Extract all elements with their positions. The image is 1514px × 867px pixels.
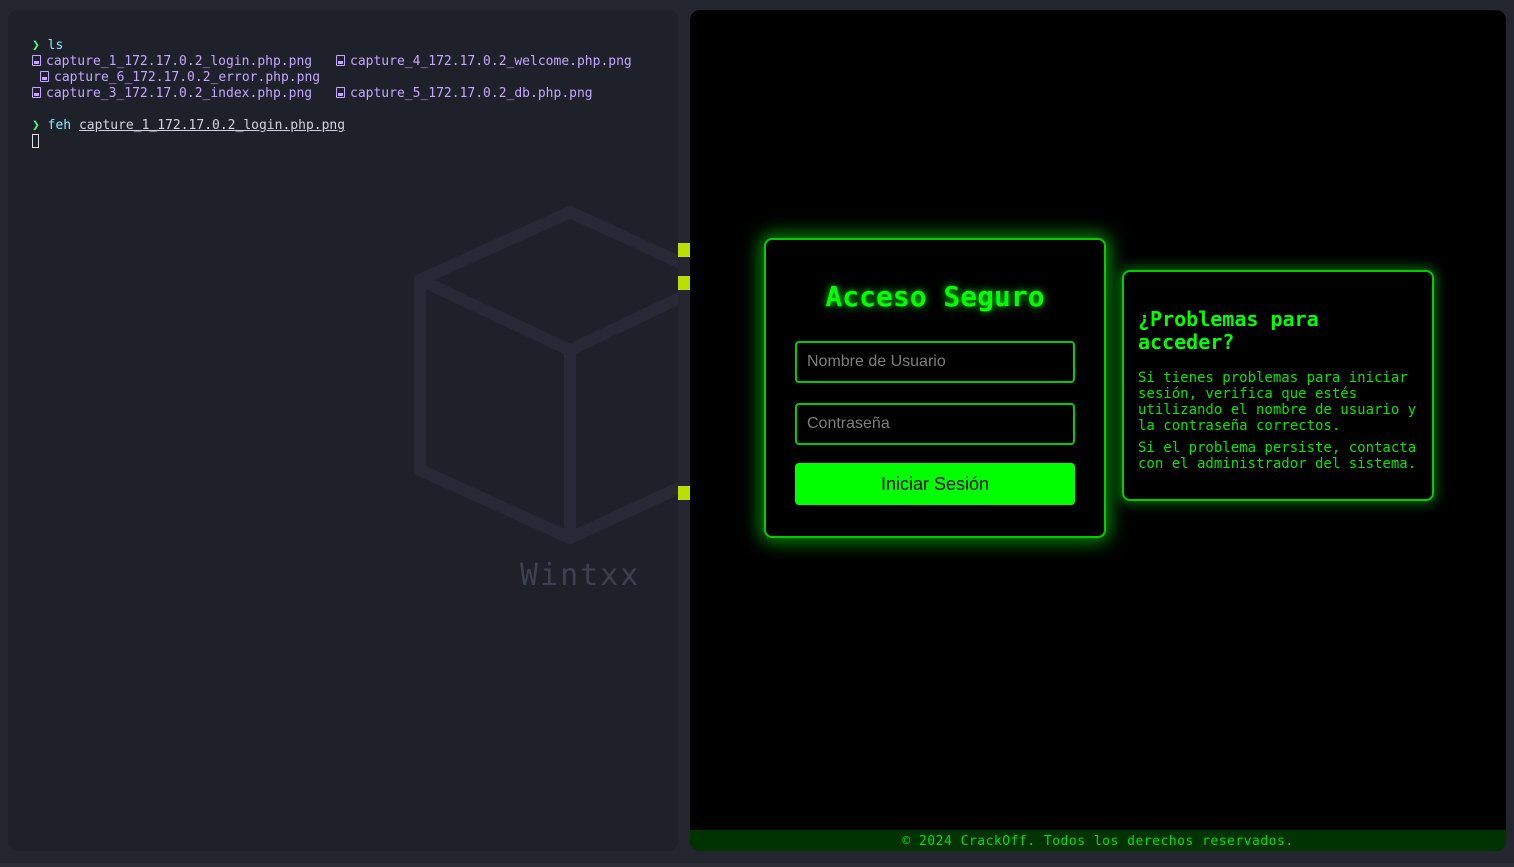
file-list-row: capture_6_172.17.0.2_error.php.png	[32, 70, 345, 86]
wallpaper-watermark: Wintxx	[520, 558, 641, 593]
help-title: ¿Problemas para acceder?	[1138, 307, 1319, 354]
command-argument: capture_1_172.17.0.2_login.php.png	[78, 118, 346, 133]
prompt-symbol: ❯	[32, 38, 40, 53]
help-paragraph: Si el problema persiste, contacta con el…	[1138, 440, 1417, 472]
login-button[interactable]: Iniciar Sesión	[795, 463, 1075, 505]
help-paragraph: Si tienes problemas para iniciar sesión,…	[1138, 370, 1417, 434]
wallpaper-accent	[678, 486, 690, 500]
file-name[interactable]: capture_5_172.17.0.2_db.php.png	[350, 86, 593, 101]
terminal-window[interactable]: Wintxx ❯ ls capture_1_172.17.0.2_login.p…	[8, 10, 678, 851]
wallpaper-accent	[678, 243, 690, 257]
help-card: ¿Problemas para acceder? Si tienes probl…	[1122, 270, 1434, 501]
input-line[interactable]	[32, 134, 345, 150]
prompt-symbol: ❯	[32, 118, 40, 133]
image-file-icon	[32, 55, 41, 66]
image-file-icon	[40, 71, 49, 82]
command-line: ❯ feh capture_1_172.17.0.2_login.php.png	[32, 118, 345, 134]
username-input[interactable]	[795, 341, 1075, 383]
password-input[interactable]	[795, 403, 1075, 445]
image-file-icon	[32, 87, 41, 98]
file-list-row: capture_1_172.17.0.2_login.php.png captur…	[32, 54, 632, 70]
file-name[interactable]: capture_1_172.17.0.2_login.php.png	[46, 54, 312, 69]
command-text: feh	[47, 118, 72, 133]
image-file-icon	[336, 55, 345, 66]
image-viewer-window[interactable]: Acceso Seguro Iniciar Sesión ¿Problemas …	[690, 10, 1506, 851]
file-name[interactable]: capture_6_172.17.0.2_error.php.png	[54, 70, 320, 85]
command-text: ls	[47, 38, 64, 53]
wallpaper-accent	[678, 276, 690, 290]
cube-logo-icon	[414, 205, 678, 545]
text-cursor	[32, 134, 39, 148]
file-name[interactable]: capture_4_172.17.0.2_welcome.php.png	[350, 54, 632, 69]
login-title: Acceso Seguro	[825, 280, 1045, 313]
page-footer: © 2024 CrackOff. Todos los derechos rese…	[690, 830, 1506, 851]
terminal-output: ❯ ls capture_1_172.17.0.2_login.php.png c…	[32, 38, 632, 150]
file-name[interactable]: capture_3_172.17.0.2_index.php.png	[46, 86, 312, 101]
login-form-card: Acceso Seguro Iniciar Sesión	[764, 238, 1106, 538]
command-line: ❯ ls	[32, 38, 345, 54]
taskbar	[0, 863, 1514, 867]
file-list-row: capture_3_172.17.0.2_index.php.png captur…	[32, 86, 593, 102]
image-file-icon	[336, 87, 345, 98]
